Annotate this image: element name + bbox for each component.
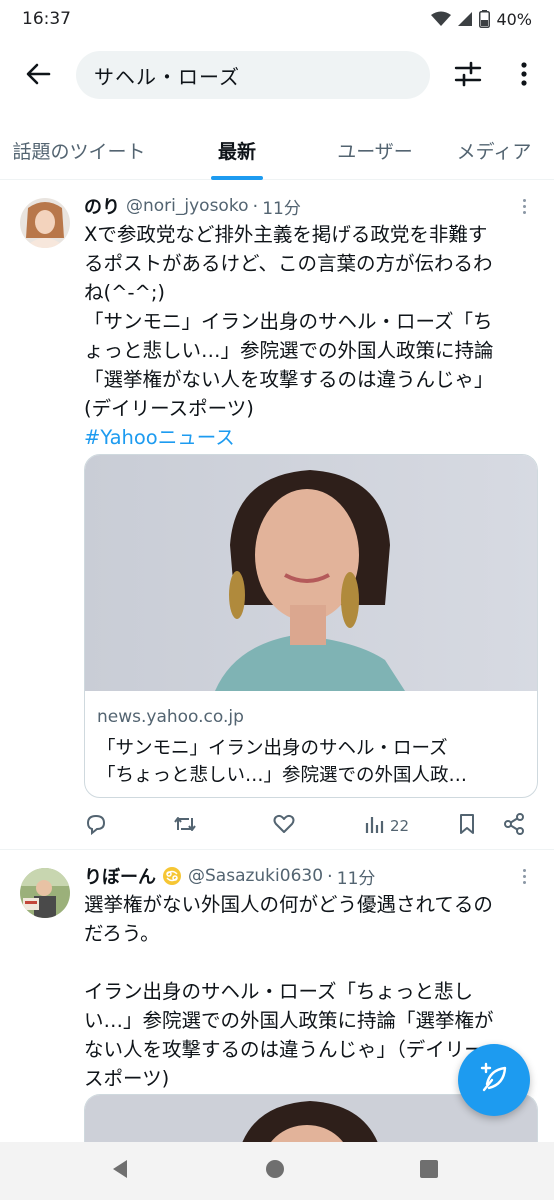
tweet-text-line: Xで参政党など排外主義を掲げる政党を非難す [84, 223, 488, 246]
author-name[interactable]: のり [84, 193, 120, 219]
link-card-domain: news.yahoo.co.jp [97, 707, 244, 727]
views-icon [364, 813, 386, 839]
bookmark-button[interactable] [456, 812, 478, 840]
link-card-title-line: 「サンモニ」イラン出身のサヘル・ローズ [97, 738, 448, 759]
share-icon [502, 812, 526, 840]
tab-label: ユーザー [337, 140, 413, 163]
hashtag-link[interactable]: #Yahooニュース [84, 423, 536, 452]
tweet-time[interactable]: 11分 [262, 194, 301, 219]
reply-button[interactable] [84, 812, 108, 840]
author-name[interactable]: りぼーん [84, 863, 156, 889]
tweet-text-line: ね(^-^;) [84, 281, 165, 304]
tweet-time[interactable]: 11分 [337, 864, 376, 889]
tweet-text-line: い…」参院選での外国人政策に持論「選挙権が [84, 1009, 494, 1032]
like-button[interactable] [272, 812, 296, 840]
search-filter-button[interactable] [446, 54, 490, 98]
tweet-more-button[interactable] [514, 196, 534, 216]
more-vertical-icon [521, 62, 527, 90]
tweet-content: のり @nori_jyosoko · 11分 Xで参政党など排外主義を掲げる政党… [84, 192, 536, 452]
tweet-text-line: るポストがあるけど、この言葉の方が伝わるわ [84, 252, 493, 275]
retweet-icon [172, 812, 198, 840]
reply-icon [84, 812, 108, 840]
nav-recents-button[interactable] [414, 1156, 444, 1186]
like-icon [272, 812, 296, 840]
tweet-text-line: 「サンモニ」イラン出身のサヘル・ローズ「ち [84, 310, 493, 333]
active-tab-indicator [211, 176, 263, 180]
tab-media[interactable]: メディア [434, 120, 554, 180]
compose-feather-icon [478, 1062, 510, 1098]
tab-label: 最新 [217, 140, 256, 163]
nav-back-icon [109, 1158, 129, 1184]
status-icons: 40% [431, 10, 532, 29]
search-tabs: 話題のツイート 最新 ユーザー メディア [0, 120, 554, 180]
nav-recents-icon [419, 1159, 439, 1183]
separator: · [327, 865, 333, 887]
tweet-header: りぼーん @Sasazuki0630 · 11分 [84, 862, 536, 890]
link-card[interactable]: news.yahoo.co.jp 「サンモニ」イラン出身のサヘル・ローズ 「ちょ… [84, 454, 538, 798]
search-header: サヘル・ローズ [0, 44, 554, 108]
battery-percent: 40% [496, 9, 532, 29]
system-navigation-bar [0, 1142, 554, 1200]
tweet-header: のり @nori_jyosoko · 11分 [84, 192, 536, 220]
search-input[interactable]: サヘル・ローズ [76, 51, 430, 99]
tweet-text-line: ょっと悲しい…」参院選での外国人政策に持論 [84, 339, 494, 362]
tweet-text-line: イラン出身のサヘル・ローズ「ちょっと悲し [84, 980, 474, 1003]
link-card-title: 「サンモニ」イラン出身のサヘル・ローズ 「ちょっと悲しい…」参院選での外国人政… [97, 735, 527, 789]
share-button[interactable] [502, 812, 526, 840]
link-card-image [85, 455, 537, 691]
battery-icon [479, 10, 491, 28]
cancer-zodiac-icon [162, 866, 182, 886]
retweet-button[interactable] [172, 812, 198, 840]
tweet-text: Xで参政党など排外主義を掲げる政党を非難す るポストがあるけど、この言葉の方が伝… [84, 220, 536, 452]
nav-back-button[interactable] [104, 1156, 134, 1186]
link-card-title-line: 「ちょっと悲しい…」参院選での外国人政… [97, 765, 468, 786]
avatar[interactable] [20, 198, 70, 248]
wifi-icon [431, 11, 452, 27]
avatar[interactable] [20, 868, 70, 918]
status-time: 16:37 [22, 9, 71, 29]
tweet[interactable]: のり @nori_jyosoko · 11分 Xで参政党など排外主義を掲げる政党… [0, 182, 554, 850]
tab-latest[interactable]: 最新 [158, 120, 316, 180]
tweet-text-line: (デイリースポーツ) [84, 397, 254, 420]
views-button[interactable]: 22 [364, 812, 409, 840]
status-bar: 16:37 40% [0, 0, 554, 38]
back-arrow-icon [25, 61, 51, 91]
author-handle[interactable]: @Sasazuki0630 [188, 866, 323, 886]
tab-label: メディア [456, 140, 532, 163]
tweet-more-button[interactable] [514, 866, 534, 886]
tweet-actions: 22 [84, 812, 538, 840]
nav-home-icon [264, 1158, 286, 1184]
author-handle[interactable]: @nori_jyosoko [126, 196, 248, 216]
bookmark-icon [456, 812, 478, 840]
separator: · [252, 195, 259, 217]
tab-top[interactable]: 話題のツイート [0, 120, 158, 180]
nav-home-button[interactable] [260, 1156, 290, 1186]
tweet-text-line: だろう。 [84, 922, 160, 945]
compose-tweet-button[interactable] [458, 1044, 530, 1116]
back-button[interactable] [0, 44, 76, 108]
tweet-text-line: 「選挙権がない人を攻撃するのは違うんじゃ」 [84, 368, 494, 391]
tweet-text-line: 選挙権がない外国人の何がどう優遇されてるの [84, 893, 493, 916]
tab-label: 話題のツイート [12, 140, 146, 163]
overflow-menu-button[interactable] [502, 54, 546, 98]
filter-sliders-icon [454, 61, 482, 91]
tab-people[interactable]: ユーザー [316, 120, 434, 180]
signal-icon [457, 11, 473, 27]
views-count: 22 [390, 817, 410, 835]
